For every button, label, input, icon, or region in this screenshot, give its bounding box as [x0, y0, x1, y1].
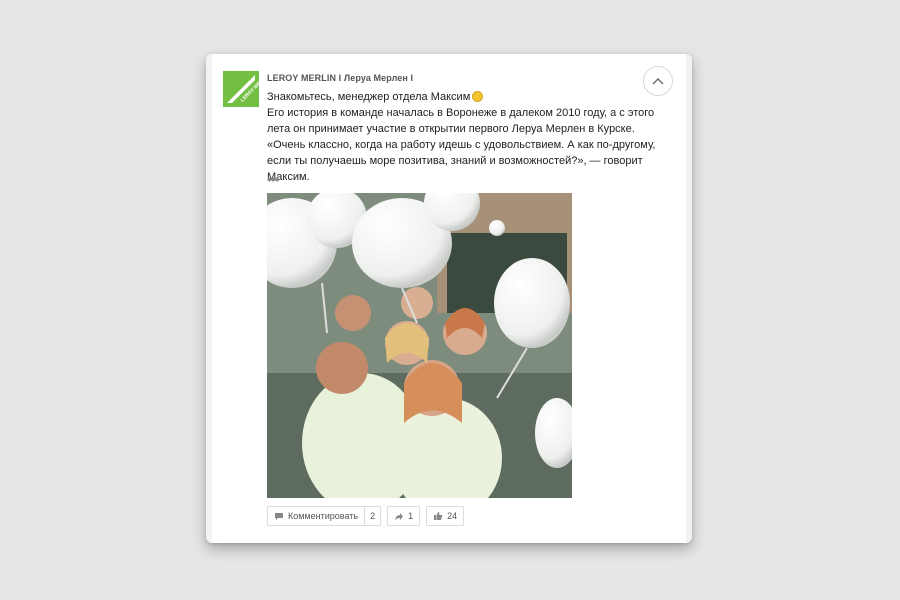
comment-icon — [275, 512, 283, 520]
author-avatar[interactable]: LEROY MERLIN — [223, 71, 259, 107]
like-button[interactable]: 24 — [426, 506, 465, 526]
post-actions: Комментировать 2 1 24 — [267, 506, 465, 526]
post-photo[interactable] — [267, 193, 572, 498]
comment-label: Комментировать — [288, 511, 359, 521]
card-right-edge — [686, 54, 692, 543]
thumbs-up-icon — [434, 512, 443, 520]
smile-emoji-icon — [472, 91, 484, 102]
share-arrow-icon — [395, 512, 404, 520]
share-button[interactable]: 1 — [387, 506, 421, 526]
chevron-up-icon — [652, 78, 664, 85]
comment-count: 2 — [364, 507, 380, 525]
post-text-line-3: «Очень классно, когда на работу идешь с … — [267, 139, 656, 183]
leroy-merlin-logo: LEROY MERLIN — [223, 71, 259, 107]
more-dots[interactable]: ••• — [267, 172, 280, 186]
group-selfie-image — [267, 193, 572, 498]
card-left-edge — [206, 54, 212, 543]
post-text-line-2: Его история в команде началась в Воронеж… — [267, 107, 655, 135]
like-count: 24 — [447, 511, 458, 521]
post-card: LEROY MERLIN LEROY MERLIN I Леруа Мерлен… — [206, 54, 692, 543]
post-text-line-1: Знакомьтесь, менеджер отдела Максим — [267, 89, 677, 105]
author-name[interactable]: LEROY MERLIN I Леруа Мерлен I — [267, 73, 413, 83]
intro-text: Знакомьтесь, менеджер отдела Максим — [267, 91, 471, 103]
comment-button[interactable]: Комментировать 2 — [267, 506, 382, 526]
post-text: Знакомьтесь, менеджер отдела Максим Его … — [267, 89, 677, 185]
share-count: 1 — [408, 511, 414, 521]
